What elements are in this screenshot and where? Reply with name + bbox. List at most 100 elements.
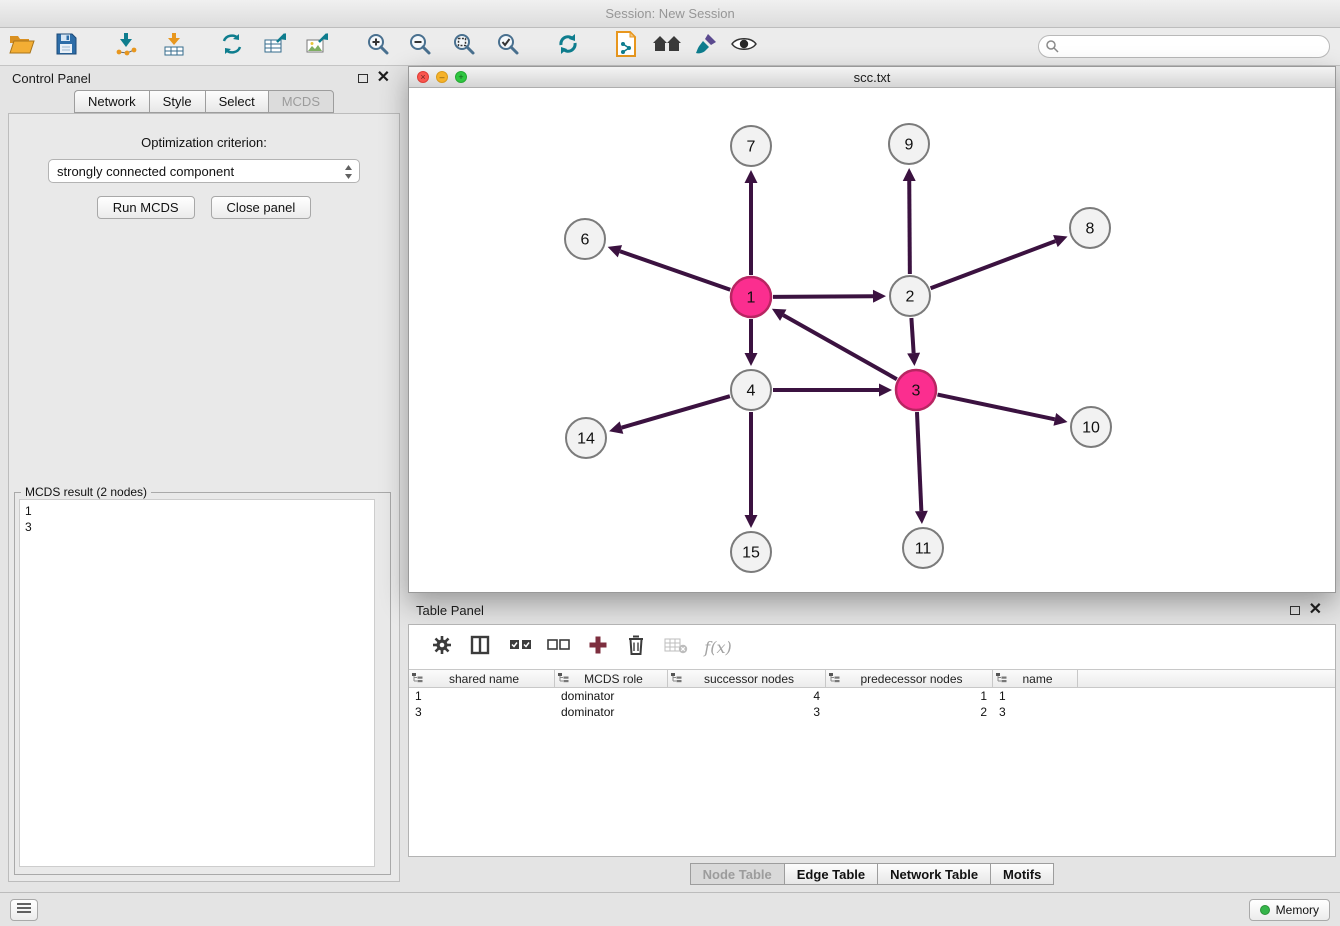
optimization-criterion-dropdown[interactable]: strongly connected component [48,159,360,183]
refresh-network-button[interactable] [554,31,582,63]
node-6[interactable]: 6 [565,219,605,259]
show-hide-button[interactable] [730,31,758,63]
tab-edge-table[interactable]: Edge Table [784,863,877,885]
export-network-button[interactable] [218,31,246,63]
svg-text:6: 6 [581,232,590,249]
search-input[interactable] [1038,35,1330,58]
minimize-window-button[interactable]: – [436,71,448,83]
edge-4-14[interactable] [622,396,730,428]
node-9[interactable]: 9 [889,124,929,164]
table-settings-button[interactable] [425,632,459,662]
network-graph[interactable]: 7 9 6 8 1 2 4 3 14 10 15 11 [409,88,1335,592]
mcds-result-list[interactable]: 13 [19,499,375,867]
column-header-label: shared name [423,672,551,686]
deselect-all-button[interactable] [541,632,575,662]
node-4[interactable]: 4 [731,370,771,410]
svg-text:1: 1 [747,290,756,307]
cell-predecessor-nodes[interactable]: 2 [826,704,993,720]
cell-successor-nodes[interactable]: 3 [668,704,826,720]
export-table-icon [263,32,289,61]
float-table-panel-icon[interactable] [1290,606,1300,615]
import-network-button[interactable] [112,31,140,63]
network-file-button[interactable] [612,31,640,63]
edge-3-10[interactable] [938,395,1055,420]
cell-name[interactable]: 1 [993,688,1078,704]
node-14[interactable]: 14 [566,418,606,458]
cell-successor-nodes[interactable]: 4 [668,688,826,704]
export-network-arrows-icon [220,32,244,61]
delete-column-button[interactable] [619,632,653,662]
network-canvas[interactable]: 7 9 6 8 1 2 4 3 14 10 15 11 [409,88,1335,592]
float-panel-icon[interactable] [358,74,368,83]
node-2[interactable]: 2 [890,276,930,316]
memory-button[interactable]: Memory [1249,899,1330,921]
node-7[interactable]: 7 [731,126,771,166]
edge-1-6[interactable] [620,251,730,290]
column-header-mcds-role[interactable]: MCDS role [555,670,668,687]
task-history-button[interactable] [10,899,38,921]
cell-predecessor-nodes[interactable]: 1 [826,688,993,704]
result-item[interactable]: 1 [25,503,369,519]
import-network-icon [113,32,139,61]
save-session-button[interactable] [52,31,80,63]
result-item[interactable]: 3 [25,519,369,535]
node-8[interactable]: 8 [1070,208,1110,248]
export-table-button[interactable] [262,31,290,63]
node-3[interactable]: 3 [896,370,936,410]
edge-3-11[interactable] [917,412,921,511]
svg-text:2: 2 [906,289,915,306]
edge-2-9[interactable] [909,181,910,274]
maximize-window-button[interactable]: + [455,71,467,83]
cell-shared-name[interactable]: 3 [409,704,555,720]
tab-motifs[interactable]: Motifs [990,863,1054,885]
home-button[interactable] [652,31,682,63]
close-panel-button[interactable]: Close panel [211,196,312,219]
window-title: Session: New Session [0,0,1340,28]
zoom-in-button[interactable] [364,31,392,63]
table-panel-title: Table Panel [416,603,484,618]
tab-network[interactable]: Network [74,90,149,113]
cell-shared-name[interactable]: 1 [409,688,555,704]
cell-mcds-role[interactable]: dominator [555,688,668,704]
edge-3-1[interactable] [783,315,897,379]
svg-text:10: 10 [1082,420,1100,437]
node-15[interactable]: 15 [731,532,771,572]
cell-name[interactable]: 3 [993,704,1078,720]
import-table-button[interactable] [160,31,188,63]
node-10[interactable]: 10 [1071,407,1111,447]
zoom-selected-button[interactable] [494,31,522,63]
close-panel-icon[interactable]: ✕ [377,72,390,84]
columns-icon [470,635,490,660]
tab-mcds[interactable]: MCDS [268,90,334,113]
dropdown-value: strongly connected component [57,164,234,179]
network-window-titlebar[interactable]: scc.txt × – + [409,67,1335,88]
zoom-fit-button[interactable] [450,31,478,63]
zoom-out-button[interactable] [406,31,434,63]
paint-style-button[interactable] [692,31,720,63]
node-11[interactable]: 11 [903,528,943,568]
tab-network-table[interactable]: Network Table [877,863,990,885]
column-header-predecessor-nodes[interactable]: predecessor nodes [826,670,993,687]
svg-text:15: 15 [742,545,760,562]
edge-2-8[interactable] [931,241,1056,288]
cell-mcds-role[interactable]: dominator [555,704,668,720]
column-header-shared-name[interactable]: shared name [409,670,555,687]
column-header-name[interactable]: name [993,670,1078,687]
edge-1-2[interactable] [773,296,873,297]
column-header-successor-nodes[interactable]: successor nodes [668,670,826,687]
close-window-button[interactable]: × [417,71,429,83]
node-1[interactable]: 1 [731,277,771,317]
tab-select[interactable]: Select [205,90,268,113]
show-columns-button[interactable] [463,632,497,662]
close-table-panel-icon[interactable]: ✕ [1309,604,1322,616]
select-all-button[interactable] [503,632,537,662]
add-column-button[interactable] [581,632,615,662]
table-header-row: shared name MCDS rolesuccessor nodesprede… [409,669,1335,688]
tab-style[interactable]: Style [149,90,205,113]
run-mcds-button[interactable]: Run MCDS [97,196,195,219]
open-session-button[interactable] [8,31,36,63]
edge-2-3[interactable] [911,318,913,353]
home-icon [652,33,682,60]
tab-node-table[interactable]: Node Table [690,863,784,885]
export-image-button[interactable] [304,31,332,63]
